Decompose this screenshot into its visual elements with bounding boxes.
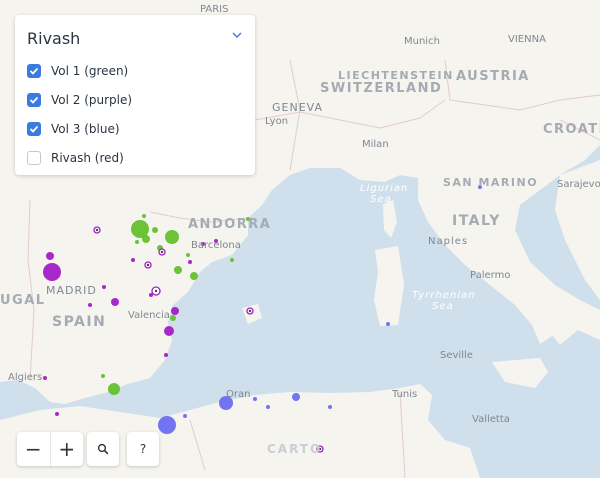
label-barcelona: Barcelona (191, 240, 241, 251)
green-point[interactable] (101, 374, 105, 378)
label-rome: Naples (428, 236, 469, 247)
label-spain: SPAIN (52, 314, 107, 330)
layer-label-vol3: Vol 3 (blue) (51, 122, 120, 136)
chevron-down-icon[interactable] (231, 29, 243, 41)
check-icon (29, 67, 39, 75)
zoom-out-button[interactable]: − (17, 432, 51, 466)
label-lyon: Lyon (265, 116, 289, 127)
label-ligurian-sea: Ligurian Sea (360, 183, 409, 205)
panel-title: Rivash (27, 29, 81, 48)
checkbox-vol3[interactable] (27, 122, 41, 136)
blue-point[interactable] (158, 416, 176, 434)
layer-row-vol3[interactable]: Vol 3 (blue) (27, 119, 120, 139)
purple-point[interactable] (188, 260, 192, 264)
green-point[interactable] (170, 315, 176, 321)
label-geneva: GENEVA (272, 101, 323, 114)
layer-panel: Rivash Vol 1 (green) Vol 2 (purple) Vol … (15, 15, 255, 175)
check-icon (29, 96, 39, 104)
label-italy: ITALY (452, 213, 501, 229)
purple-point[interactable] (46, 252, 54, 260)
layer-row-vol1[interactable]: Vol 1 (green) (27, 61, 128, 81)
green-point[interactable] (230, 258, 234, 262)
label-paris: PARIS (200, 4, 229, 15)
layer-row-vol2[interactable]: Vol 2 (purple) (27, 90, 132, 110)
green-point[interactable] (142, 214, 146, 218)
check-icon (29, 125, 39, 133)
ringed-point-center (95, 228, 99, 232)
help-button[interactable]: ? (127, 432, 159, 466)
label-munich: Munich (404, 36, 440, 47)
layer-row-rivash[interactable]: Rivash (red) (27, 148, 124, 168)
blue-point[interactable] (183, 414, 187, 418)
ringed-point-center (146, 263, 150, 267)
label-croatia: CROATIA (543, 122, 600, 137)
purple-point[interactable] (171, 307, 179, 315)
label-valletta: Valletta (472, 414, 510, 425)
blue-point[interactable] (253, 397, 257, 401)
label-san-marino: SAN MARINO (443, 176, 539, 189)
green-point[interactable] (108, 383, 120, 395)
checkbox-vol1[interactable] (27, 64, 41, 78)
green-point[interactable] (135, 240, 139, 244)
purple-point[interactable] (111, 298, 119, 306)
green-point[interactable] (165, 230, 179, 244)
layer-label-vol1: Vol 1 (green) (51, 64, 129, 78)
label-sarajevo: Sarajevo (557, 179, 600, 190)
green-point[interactable] (152, 227, 158, 233)
label-madrid: MADRID (46, 284, 97, 297)
checkbox-rivash[interactable] (27, 151, 41, 165)
purple-point[interactable] (102, 285, 106, 289)
label-vienna: VIENNA (508, 34, 546, 45)
purple-point[interactable] (55, 412, 59, 416)
label-milan: Milan (362, 139, 389, 150)
label-seville: Algiers (8, 372, 43, 383)
blue-point[interactable] (386, 322, 390, 326)
purple-point[interactable] (43, 376, 47, 380)
label-algiers: Oran (226, 389, 251, 400)
search-button[interactable] (87, 432, 119, 466)
layer-label-rivash: Rivash (red) (51, 151, 124, 165)
checkbox-vol2[interactable] (27, 93, 41, 107)
label-tunis: Tunis (392, 389, 418, 400)
ringed-point-center (248, 309, 252, 313)
label-ugal: UGAL (0, 293, 46, 308)
zoom-in-button[interactable]: + (51, 432, 84, 466)
purple-point[interactable] (131, 258, 135, 262)
label-naples: Palermo (470, 270, 511, 281)
label-switzerland: SWITZERLAND (320, 81, 443, 96)
purple-point[interactable] (164, 326, 174, 336)
carto-attribution: CARTO (267, 442, 323, 456)
search-icon (97, 443, 109, 455)
purple-point[interactable] (88, 303, 92, 307)
green-point[interactable] (142, 235, 150, 243)
label-andorra: ANDORRA (188, 217, 272, 232)
label-valencia: Valencia (128, 310, 170, 321)
land-sardinia (374, 246, 404, 326)
blue-point[interactable] (328, 405, 332, 409)
purple-point[interactable] (164, 353, 168, 357)
label-palermo: Seville (440, 350, 473, 361)
ringed-point-center (154, 289, 158, 293)
blue-point[interactable] (292, 393, 300, 401)
green-point[interactable] (186, 253, 190, 257)
purple-point[interactable] (43, 263, 61, 281)
green-point[interactable] (190, 272, 198, 280)
blue-point[interactable] (266, 405, 270, 409)
layer-label-vol2: Vol 2 (purple) (51, 93, 133, 107)
green-point[interactable] (174, 266, 182, 274)
ringed-point-center (160, 250, 164, 254)
label-tyrrhenian-sea: Tyrrhenian Sea (412, 290, 476, 312)
zoom-controls: − + (17, 432, 83, 466)
label-austria: AUSTRIA (456, 69, 530, 84)
